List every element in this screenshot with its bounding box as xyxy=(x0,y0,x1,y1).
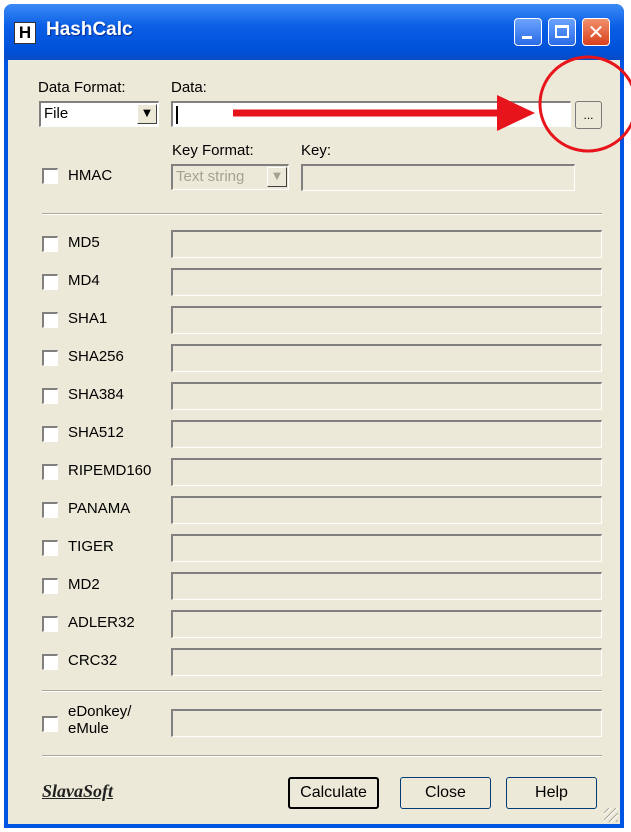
md2-label: MD2 xyxy=(68,576,100,593)
sha1-checkbox[interactable] xyxy=(42,312,58,328)
close-window-button[interactable]: ✕ xyxy=(582,18,610,46)
maximize-button[interactable] xyxy=(548,18,576,46)
adler32-result-field[interactable] xyxy=(171,610,602,638)
edonkey-label-line2: eMule xyxy=(68,720,109,737)
hmac-checkbox[interactable] xyxy=(42,168,58,184)
sha256-result-field[interactable] xyxy=(171,344,602,372)
edonkey-label: eDonkey/ eMule xyxy=(68,703,131,737)
key-label: Key: xyxy=(301,142,332,159)
key-format-select[interactable]: Text string ▼ xyxy=(171,164,289,190)
md4-checkbox[interactable] xyxy=(42,274,58,290)
title-bar[interactable]: H HashCalc ✕ xyxy=(4,4,624,60)
key-input[interactable] xyxy=(301,164,575,191)
resize-grip[interactable] xyxy=(604,808,618,822)
data-input[interactable] xyxy=(171,101,571,127)
help-button[interactable]: Help xyxy=(506,777,597,809)
sha512-result-field[interactable] xyxy=(171,420,602,448)
data-format-label: Data Format: xyxy=(38,79,126,96)
text-caret xyxy=(176,106,178,124)
hashcalc-window: H HashCalc ✕ Data Format: File ▼ Data: .… xyxy=(4,4,624,828)
tiger-result-field[interactable] xyxy=(171,534,602,562)
edonkey-checkbox[interactable] xyxy=(42,716,58,732)
data-format-value: File xyxy=(44,105,69,122)
tiger-label: TIGER xyxy=(68,538,114,555)
chevron-down-icon[interactable]: ▼ xyxy=(267,167,287,187)
close-icon: ✕ xyxy=(587,20,605,44)
sha1-label: SHA1 xyxy=(68,310,108,327)
tiger-checkbox[interactable] xyxy=(42,540,58,556)
hmac-label: HMAC xyxy=(68,167,113,184)
sha384-checkbox[interactable] xyxy=(42,388,58,404)
edonkey-result-field[interactable] xyxy=(171,709,602,737)
slavasoft-logo[interactable]: SlavaSoft xyxy=(42,781,113,802)
adler32-checkbox[interactable] xyxy=(42,616,58,632)
data-label: Data: xyxy=(171,79,207,96)
sha256-label: SHA256 xyxy=(68,348,124,365)
edonkey-label-line1: eDonkey/ xyxy=(68,703,132,720)
ripemd160-checkbox[interactable] xyxy=(42,464,58,480)
divider xyxy=(42,755,602,757)
sha512-label: SHA512 xyxy=(68,424,124,441)
adler32-label: ADLER32 xyxy=(68,614,135,631)
divider xyxy=(42,690,602,692)
sha384-label: SHA384 xyxy=(68,386,124,403)
ripemd160-label: RIPEMD160 xyxy=(68,462,152,479)
app-icon: H xyxy=(14,22,36,44)
md4-result-field[interactable] xyxy=(171,268,602,296)
sha256-checkbox[interactable] xyxy=(42,350,58,366)
key-format-label: Key Format: xyxy=(172,142,254,159)
key-format-value: Text string xyxy=(176,168,245,185)
minimize-button[interactable] xyxy=(514,18,542,46)
sha512-checkbox[interactable] xyxy=(42,426,58,442)
chevron-down-icon[interactable]: ▼ xyxy=(137,104,157,124)
crc32-label: CRC32 xyxy=(68,652,118,669)
panama-checkbox[interactable] xyxy=(42,502,58,518)
md2-result-field[interactable] xyxy=(171,572,602,600)
divider xyxy=(42,213,602,215)
md4-label: MD4 xyxy=(68,272,100,289)
sha1-result-field[interactable] xyxy=(171,306,602,334)
ripemd160-result-field[interactable] xyxy=(171,458,602,486)
panama-label: PANAMA xyxy=(68,500,131,517)
crc32-checkbox[interactable] xyxy=(42,654,58,670)
window-title: HashCalc xyxy=(46,19,133,40)
md5-result-field[interactable] xyxy=(171,230,602,258)
md5-checkbox[interactable] xyxy=(42,236,58,252)
crc32-result-field[interactable] xyxy=(171,648,602,676)
data-format-select[interactable]: File ▼ xyxy=(39,101,159,127)
calculate-button[interactable]: Calculate xyxy=(288,777,379,809)
md5-label: MD5 xyxy=(68,234,100,251)
browse-button[interactable]: ... xyxy=(575,101,602,129)
md2-checkbox[interactable] xyxy=(42,578,58,594)
panama-result-field[interactable] xyxy=(171,496,602,524)
close-button[interactable]: Close xyxy=(400,777,491,809)
sha384-result-field[interactable] xyxy=(171,382,602,410)
dialog-client: Data Format: File ▼ Data: ... HMAC Key F… xyxy=(8,60,620,824)
